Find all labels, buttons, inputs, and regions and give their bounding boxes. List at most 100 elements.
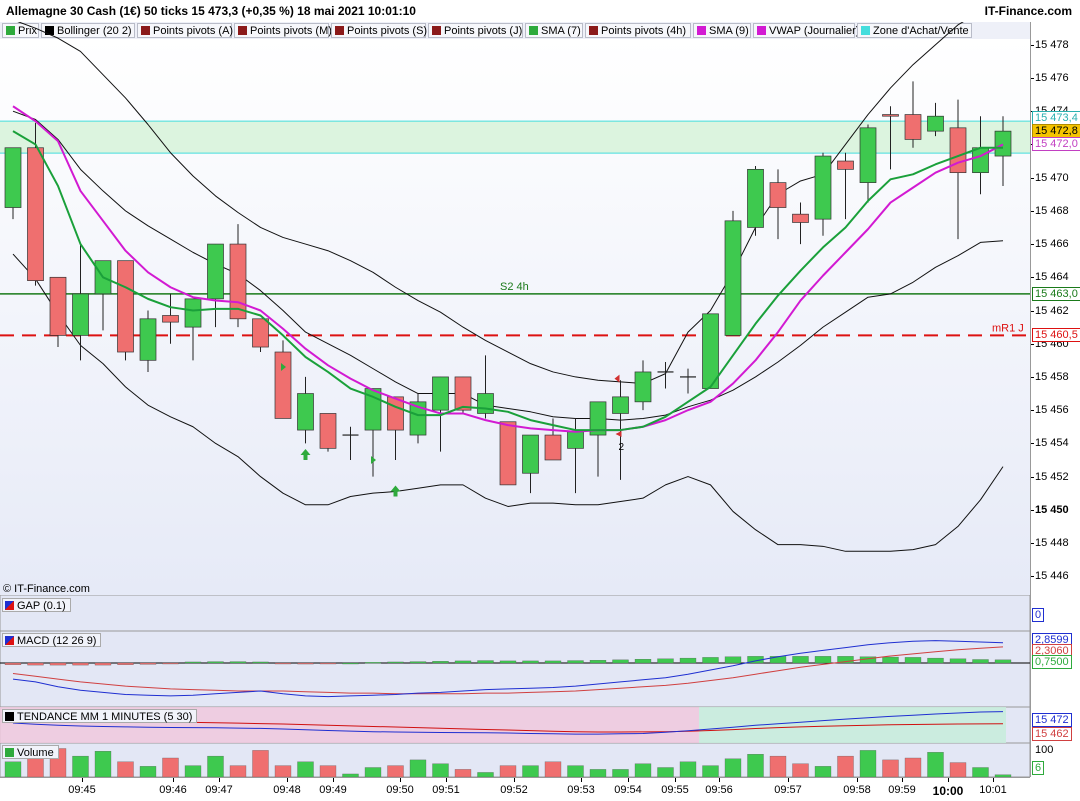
volume-bar: [297, 761, 314, 777]
candle[interactable]: [747, 166, 764, 236]
brand-label: IT-Finance.com: [984, 4, 1072, 18]
candle[interactable]: [274, 340, 292, 419]
time-tick-mark: [993, 778, 994, 782]
candle-body: [567, 431, 584, 449]
time-tick-label: 09:54: [614, 784, 642, 796]
volume-bar: [522, 765, 539, 777]
price-tick-label: 15 454: [1035, 437, 1069, 450]
candle-body: [49, 276, 67, 336]
gap-panel[interactable]: [0, 595, 1030, 631]
volume-bar: [72, 755, 89, 777]
macd-histogram-bar: [927, 657, 944, 664]
price-chart[interactable]: S2 4h mR1 J 2: [0, 22, 1030, 595]
gap-swatch: [5, 601, 14, 610]
candle-body: [927, 115, 944, 132]
price-tick-label: 15 464: [1035, 271, 1069, 284]
time-tick-mark: [857, 778, 858, 782]
price-tick-mark: [1031, 476, 1034, 478]
macd-histogram-bar: [72, 662, 89, 666]
macd-histogram-bar: [409, 661, 427, 664]
macd-histogram-bar: [522, 660, 539, 664]
macd-histogram-bar: [117, 662, 134, 665]
time-tick-mark: [514, 778, 515, 782]
tendance-header[interactable]: TENDANCE MM 1 MINUTES (5 30): [2, 709, 198, 723]
price-tick-mark: [1031, 376, 1034, 378]
volume-header[interactable]: Volume: [2, 745, 59, 759]
price-axis[interactable]: 15 47815 47615 47415 47215 47015 46815 4…: [1030, 22, 1080, 777]
time-tick-label: 09:49: [319, 784, 347, 796]
price-tick-label: 15 470: [1035, 171, 1069, 184]
price-tick-mark: [1031, 78, 1034, 79]
volume-bar: [4, 761, 22, 777]
copyright-label: © IT-Finance.com: [3, 583, 90, 595]
candle-body: [387, 396, 404, 431]
title-bar: Allemagne 30 Cash (1€) 50 ticks 15 473,3…: [0, 0, 1080, 23]
macd-histogram-bar: [567, 660, 584, 664]
macd-panel[interactable]: [0, 631, 1030, 707]
candle-body: [904, 114, 922, 140]
gap-label: GAP (0.1): [17, 600, 66, 612]
volume-bar: [702, 765, 719, 777]
volume-bar: [184, 765, 202, 777]
candle[interactable]: [499, 421, 517, 486]
macd-histogram-bar: [27, 662, 44, 666]
time-tick-mark: [675, 778, 676, 782]
gap-background: [0, 595, 1030, 631]
candle-body: [747, 168, 764, 228]
candle-body: [972, 147, 989, 174]
time-tick-label: 09:57: [774, 784, 802, 796]
candle-body: [814, 155, 832, 220]
macd-histogram-bar: [724, 656, 742, 664]
macd-header[interactable]: MACD (12 26 9): [2, 633, 102, 647]
macd-histogram-bar: [634, 658, 652, 664]
price-tick-label: 15 478: [1035, 38, 1069, 51]
candle[interactable]: [117, 260, 134, 361]
volume-bar: [409, 759, 427, 777]
macd-histogram-bar: [949, 658, 967, 664]
candle[interactable]: [724, 210, 742, 336]
macd-histogram-bar: [387, 661, 404, 664]
macd-histogram-bar: [342, 662, 359, 665]
macd-histogram-bar: [657, 658, 674, 664]
time-tick-label: 09:45: [68, 784, 96, 796]
candle-body: [162, 315, 179, 323]
tendance-swatch: [5, 712, 14, 721]
macd-histogram-bar: [882, 656, 899, 664]
gap-header[interactable]: GAP (0.1): [2, 598, 71, 612]
volume-bar: [387, 765, 404, 777]
price-tick-mark: [1031, 177, 1034, 179]
candle-body: [994, 130, 1012, 157]
volume-bar: [747, 754, 764, 777]
time-tick-label: 09:51: [432, 784, 460, 796]
volume-bar: [634, 763, 652, 777]
volume-bar: [139, 766, 157, 777]
candle-body: [792, 213, 809, 223]
price-tick-label: 15 462: [1035, 304, 1069, 317]
candle-body: [432, 376, 449, 411]
macd-value-tag: 0,7500: [1032, 655, 1072, 669]
candle-body: [634, 371, 652, 403]
volume-bar: [769, 755, 787, 777]
volume-bar: [274, 765, 292, 777]
candle[interactable]: [252, 318, 269, 353]
time-tick-mark: [219, 778, 220, 782]
candle-body: [724, 220, 742, 336]
candle-body: [477, 393, 494, 414]
macd-histogram-bar: [904, 657, 922, 664]
volume-bar: [454, 769, 472, 777]
price-tick-label: 15 448: [1035, 537, 1069, 549]
macd-histogram-bar: [274, 662, 292, 665]
candle-body: [837, 160, 854, 170]
time-tick-mark: [287, 778, 288, 782]
candle-body: [274, 351, 292, 419]
price-tick-mark: [1031, 543, 1034, 544]
macd-histogram-bar: [702, 657, 719, 664]
candle[interactable]: [319, 413, 337, 452]
time-axis[interactable]: 09:45 09:46 09:47 09:48 09:49 09:50 09:51 09:52…: [0, 777, 1030, 801]
candle-body: [859, 127, 877, 183]
volume-panel[interactable]: [0, 743, 1030, 777]
candle-body: [184, 298, 202, 328]
time-tick-mark: [628, 778, 629, 782]
price-tick-mark: [1031, 310, 1034, 312]
price-tick-mark: [1031, 44, 1034, 46]
